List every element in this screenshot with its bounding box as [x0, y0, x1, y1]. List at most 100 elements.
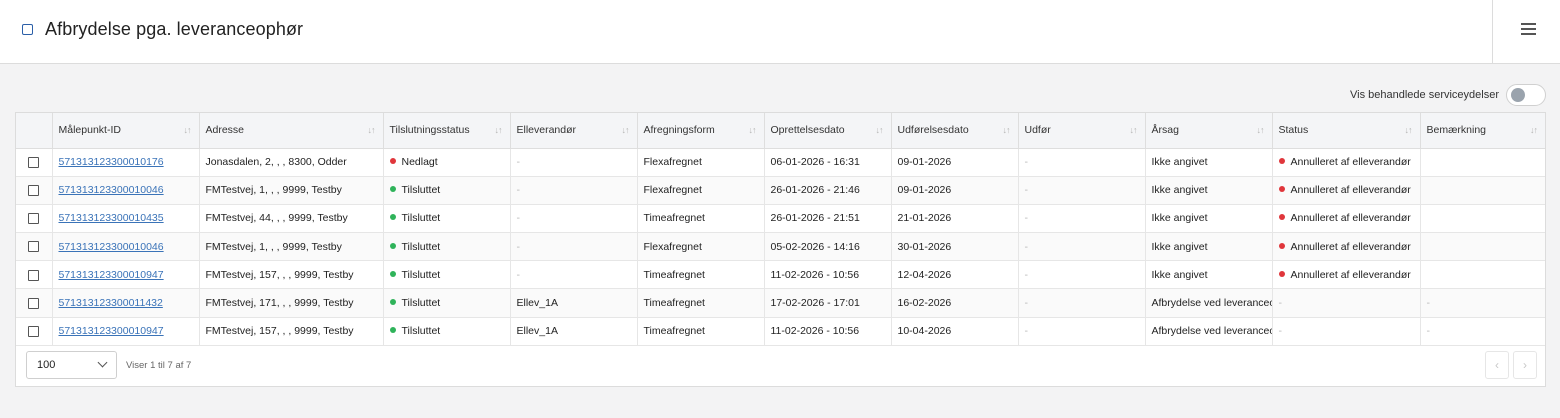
measurement-point-cell: 571313123300010947	[52, 317, 200, 346]
created-value: 11-02-2026 - 10:56	[770, 325, 860, 338]
reason-cell: Ikke angivet	[1145, 204, 1273, 234]
address-cell: FMTestvej, 171, , , 9999, Testby	[199, 288, 384, 318]
supplier-value: Ellev_1A	[516, 325, 558, 338]
next-page-button[interactable]: ›	[1513, 351, 1537, 379]
page-size-value: 100	[37, 359, 56, 371]
reason-value: Ikke angivet	[1151, 240, 1208, 253]
column-header[interactable]: Årsag ↓↑	[1145, 113, 1273, 149]
column-header[interactable]: Udførelsesdato ↓↑	[891, 113, 1019, 149]
measurement-point-link[interactable]: 571313123300011432	[59, 297, 163, 309]
status-value: -	[1278, 297, 1283, 310]
perform-cell: -	[1018, 176, 1146, 205]
supplier-cell: -	[510, 204, 638, 234]
supplier-value: -	[516, 268, 521, 281]
sort-icon[interactable]: ↓↑	[1003, 125, 1011, 135]
reason-cell: Ikke angivet	[1145, 232, 1273, 262]
show-processed-toggle[interactable]	[1506, 84, 1546, 106]
table-row: 571313123300010947 FMTestvej, 157, , , 99…	[16, 260, 1545, 290]
billing-value: Flexafregnet	[643, 156, 702, 169]
created-value: 11-02-2026 - 10:56	[770, 268, 860, 281]
perform-value: -	[1024, 156, 1029, 169]
reason-cell: Ikke angivet	[1145, 176, 1273, 205]
header-checkbox[interactable]	[22, 24, 33, 35]
page-title: Afbrydelse pga. leveranceophør	[45, 19, 304, 39]
address-value: FMTestvej, 44, , , 9999, Testby	[205, 212, 348, 225]
created-value: 06-01-2026 - 16:31	[770, 156, 860, 169]
conn-cell: Nedlagt	[383, 148, 511, 177]
remark-cell	[1420, 204, 1545, 234]
perform-value: -	[1024, 240, 1029, 253]
measurement-point-link[interactable]: 571313123300010176	[59, 156, 164, 168]
prev-page-button[interactable]: ‹	[1485, 351, 1509, 379]
executed-value: 16-02-2026	[897, 297, 952, 310]
conn-cell: Tilsluttet	[383, 288, 511, 318]
column-header[interactable]: Afregningsform ↓↑	[637, 113, 765, 149]
status-value: Annulleret af elleverandør	[1290, 184, 1411, 197]
sort-icon[interactable]: ↓↑	[368, 125, 376, 135]
conn-value: Tilsluttet	[401, 325, 441, 338]
page-size-select[interactable]: 100	[26, 351, 117, 379]
measurement-point-link[interactable]: 571313123300010046	[59, 184, 164, 196]
column-header-label: Adresse	[205, 124, 245, 137]
conn-value: Tilsluttet	[401, 212, 441, 225]
address-value: FMTestvej, 171, , , 9999, Testby	[205, 297, 354, 310]
sort-icon[interactable]: ↓↑	[876, 125, 884, 135]
column-header[interactable]: Status ↓↑	[1272, 113, 1421, 149]
billing-value: Flexafregnet	[643, 240, 702, 253]
row-checkbox[interactable]	[28, 269, 40, 281]
sort-icon[interactable]: ↓↑	[495, 125, 503, 135]
perform-cell: -	[1018, 317, 1146, 346]
address-value: Jonasdalen, 2, , , 8300, Odder	[205, 156, 347, 169]
measurement-point-link[interactable]: 571313123300010947	[59, 325, 164, 337]
column-header-label: Udfør	[1024, 124, 1051, 137]
column-header[interactable]: Tilslutningsstatus ↓↑	[383, 113, 511, 149]
table-row: 571313123300010046 FMTestvej, 1, , , 9999…	[16, 232, 1545, 262]
row-checkbox[interactable]	[28, 325, 40, 337]
row-checkbox[interactable]	[28, 241, 40, 253]
row-select-cell	[16, 148, 53, 177]
column-header[interactable]: Elleverandør ↓↑	[510, 113, 638, 149]
billing-cell: Timeafregnet	[637, 317, 765, 346]
status-value: Annulleret af elleverandør	[1290, 212, 1411, 225]
sort-icon[interactable]: ↓↑	[749, 125, 757, 135]
conn-value: Tilsluttet	[401, 297, 441, 310]
column-header[interactable]: Målepunkt-ID ↓↑	[52, 113, 200, 149]
menu-icon[interactable]	[1521, 22, 1536, 36]
perform-value: -	[1024, 212, 1029, 225]
row-checkbox[interactable]	[28, 185, 40, 196]
sort-icon[interactable]: ↓↑	[622, 125, 630, 135]
sort-icon[interactable]: ↓↑	[1257, 125, 1265, 135]
billing-cell: Timeafregnet	[637, 260, 765, 290]
conn-value: Tilsluttet	[401, 268, 441, 281]
address-cell: FMTestvej, 44, , , 9999, Testby	[199, 204, 384, 234]
table-body: 571313123300010176 Jonasdalen, 2, , , 830…	[16, 148, 1545, 346]
row-checkbox[interactable]	[28, 297, 40, 309]
measurement-point-cell: 571313123300010046	[52, 176, 200, 205]
measurement-point-link[interactable]: 571313123300010947	[59, 269, 164, 281]
perform-cell: -	[1018, 260, 1146, 290]
measurement-point-link[interactable]: 571313123300010435	[59, 212, 164, 224]
reason-cell: Ikke angivet	[1145, 260, 1273, 290]
perform-value: -	[1024, 268, 1029, 281]
column-header-label: Udførelsesdato	[897, 124, 969, 137]
sort-icon[interactable]: ↓↑	[1530, 125, 1538, 135]
address-cell: FMTestvej, 157, , , 9999, Testby	[199, 260, 384, 290]
address-cell: FMTestvej, 1, , , 9999, Testby	[199, 176, 384, 205]
measurement-point-link[interactable]: 571313123300010046	[59, 241, 164, 253]
column-header[interactable]: Adresse ↓↑	[199, 113, 384, 149]
address-value: FMTestvej, 1, , , 9999, Testby	[205, 184, 342, 197]
row-checkbox[interactable]	[28, 213, 40, 225]
conn-value: Tilsluttet	[401, 184, 441, 197]
header-divider	[1492, 0, 1493, 64]
sort-icon[interactable]: ↓↑	[1405, 125, 1413, 135]
row-checkbox[interactable]	[28, 156, 40, 168]
sort-icon[interactable]: ↓↑	[184, 125, 192, 135]
status-dot-icon	[389, 270, 396, 277]
sort-icon[interactable]: ↓↑	[1130, 125, 1138, 135]
status-dot-icon	[389, 327, 396, 334]
column-header[interactable]: Bemærkning ↓↑	[1420, 113, 1545, 149]
column-header[interactable]: Oprettelsesdato ↓↑	[764, 113, 892, 149]
executed-cell: 09-01-2026	[891, 176, 1019, 205]
column-header[interactable]: Udfør ↓↑	[1018, 113, 1146, 149]
created-cell: 06-01-2026 - 16:31	[764, 148, 892, 177]
